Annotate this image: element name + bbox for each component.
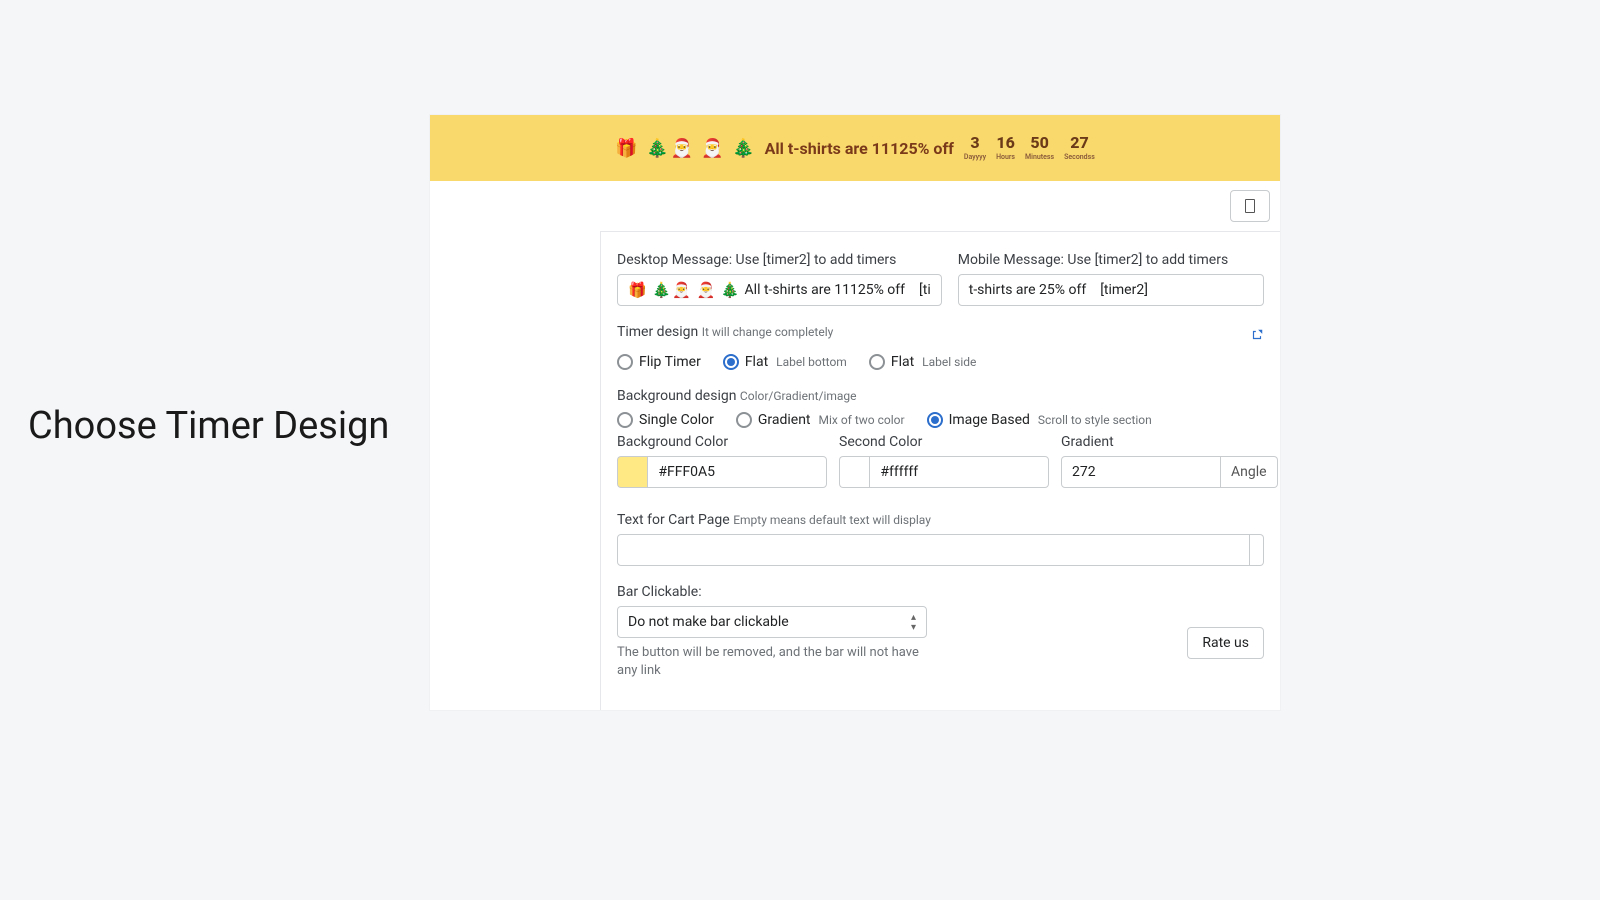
background-design-label: Background design Color/Gradient/image	[617, 388, 1264, 404]
radio-flat-label-bottom[interactable]: Flat Label bottom	[723, 354, 847, 370]
radio-single-color[interactable]: Single Color	[617, 412, 714, 428]
countdown-hours: 16 Hours	[996, 135, 1015, 161]
external-link-icon[interactable]	[1250, 328, 1264, 342]
bar-clickable-label: Bar Clickable:	[617, 584, 927, 600]
gradient-label: Gradient	[1061, 434, 1278, 450]
radio-flat-label-side[interactable]: Flat Label side	[869, 354, 977, 370]
background-color-swatch[interactable]	[617, 456, 647, 488]
app-window: 🎁 🎄🎅 🎅 🎄 All t-shirts are 11125% off 3 D…	[430, 115, 1280, 710]
bar-clickable-select[interactable]: Do not make bar clickable	[617, 606, 927, 638]
desktop-message-label: Desktop Message: Use [timer2] to add tim…	[617, 252, 942, 268]
second-color-input[interactable]: #ffffff	[869, 456, 1049, 488]
radio-image-based[interactable]: Image Based Scroll to style section	[927, 412, 1152, 428]
countdown-days: 3 Dayyyy	[964, 135, 986, 161]
radio-gradient[interactable]: Gradient Mix of two color	[736, 412, 905, 428]
second-color-label: Second Color	[839, 434, 1049, 450]
preview-banner: 🎁 🎄🎅 🎅 🎄 All t-shirts are 11125% off 3 D…	[430, 115, 1280, 181]
preview-emoji-icons: 🎁 🎄🎅 🎅 🎄	[615, 138, 756, 159]
mobile-message-input[interactable]: t-shirts are 25% off [timer2]	[958, 274, 1264, 306]
preview-countdown: 3 Dayyyy 16 Hours 50 Minutess 27 Seconds…	[964, 135, 1095, 161]
settings-panel: Desktop Message: Use [timer2] to add tim…	[600, 231, 1280, 710]
gradient-angle-input[interactable]: 272	[1061, 456, 1221, 488]
cart-text-input[interactable]	[617, 534, 1250, 566]
background-color-input[interactable]: #FFF0A5	[647, 456, 827, 488]
rate-us-button[interactable]: Rate us	[1187, 627, 1264, 659]
toolbar	[430, 181, 1280, 231]
countdown-minutes: 50 Minutess	[1025, 135, 1054, 161]
mobile-preview-button[interactable]	[1230, 190, 1270, 222]
desktop-emoji-icons: 🎁 🎄🎅 🎅 🎄	[628, 281, 741, 299]
radio-flip-timer[interactable]: Flip Timer	[617, 354, 701, 370]
cart-text-addon[interactable]	[1250, 534, 1264, 566]
background-color-label: Background Color	[617, 434, 827, 450]
bar-clickable-help: The button will be removed, and the bar …	[617, 644, 927, 679]
countdown-seconds: 27 Secondss	[1064, 135, 1095, 161]
mobile-message-label: Mobile Message: Use [timer2] to add time…	[958, 252, 1264, 268]
desktop-message-input[interactable]: 🎁 🎄🎅 🎅 🎄 All t-shirts are 11125% off [ti	[617, 274, 942, 306]
page-caption: Choose Timer Design	[28, 404, 389, 448]
chevron-updown-icon	[911, 613, 916, 633]
second-color-swatch[interactable]	[839, 456, 869, 488]
cart-text-label: Text for Cart Page Empty means default t…	[617, 512, 1264, 528]
timer-design-label: Timer design It will change completely	[617, 324, 833, 340]
angle-unit-label: Angle	[1221, 456, 1278, 488]
preview-message: All t-shirts are 11125% off	[765, 139, 954, 158]
